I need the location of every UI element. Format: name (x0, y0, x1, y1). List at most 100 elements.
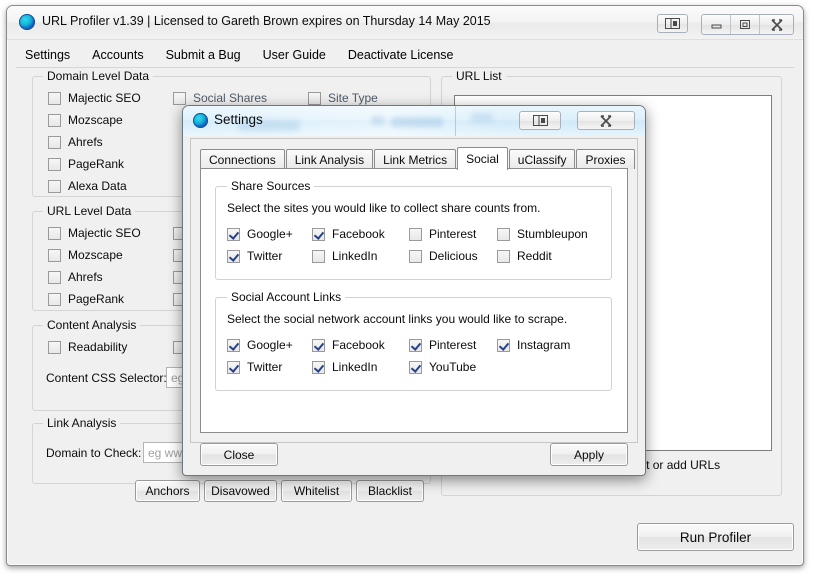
group-social-account-links: Social Account Links Select the social n… (215, 290, 612, 391)
checkbox-label: Ahrefs (68, 135, 103, 149)
checkbox-box (497, 338, 510, 352)
checkbox-box (497, 227, 510, 241)
checkbox-domain-mozscape[interactable]: Mozscape (48, 113, 123, 127)
close-button[interactable]: Close (200, 443, 278, 466)
group-title-domain-level-data: Domain Level Data (43, 69, 154, 83)
social-account-links-description: Select the social network account links … (227, 312, 568, 326)
glass-edge-artifact (455, 106, 456, 136)
checkbox-account-instagram[interactable]: Instagram (497, 338, 570, 352)
checkbox-label: Instagram (517, 338, 571, 352)
checkbox-label: Mozscape (68, 248, 123, 262)
whitelist-button[interactable]: Whitelist (281, 480, 352, 502)
glass-blur-artifact (471, 113, 493, 122)
settings-dialog-title: Settings (214, 112, 263, 127)
menu-item-settings[interactable]: Settings (16, 46, 79, 64)
checkbox-share-google-plus[interactable]: Google+ (227, 227, 293, 241)
close-button[interactable] (760, 15, 793, 34)
checkbox-box (497, 249, 510, 263)
checkbox-box (48, 135, 61, 149)
anchors-button[interactable]: Anchors (135, 480, 200, 502)
apply-button[interactable]: Apply (550, 443, 628, 466)
checkbox-url-pagerank[interactable]: PageRank (48, 292, 124, 306)
checkbox-label: LinkedIn (332, 249, 378, 263)
dialog-close-button[interactable] (577, 111, 635, 130)
checkbox-box (48, 270, 61, 284)
tab-uclassify[interactable]: uClassify (508, 149, 576, 169)
checkbox-domain-ahrefs[interactable]: Ahrefs (48, 135, 103, 149)
checkbox-label: Readability (68, 340, 128, 354)
minimize-button[interactable] (702, 15, 731, 34)
checkbox-readability[interactable]: Readability (48, 340, 127, 354)
tab-social[interactable]: Social (457, 147, 508, 170)
settings-dialog-body: Connections Link Analysis Link Metrics S… (190, 138, 638, 443)
dialog-help-toggle-icon[interactable] (519, 111, 561, 130)
checkbox-domain-social-shares[interactable]: Social Shares (173, 91, 267, 105)
checkbox-box (48, 248, 61, 262)
checkbox-account-facebook[interactable]: Facebook (312, 338, 385, 352)
checkbox-account-linkedin[interactable]: LinkedIn (312, 360, 377, 374)
checkbox-box (48, 179, 61, 193)
content-css-selector-label: Content CSS Selector: (46, 371, 167, 385)
checkbox-box (312, 360, 325, 374)
group-title-url-level-data: URL Level Data (43, 204, 136, 218)
tab-proxies[interactable]: Proxies (576, 149, 635, 169)
menu-item-accounts[interactable]: Accounts (83, 46, 152, 64)
checkbox-url-mozscape[interactable]: Mozscape (48, 248, 123, 262)
tab-link-analysis[interactable]: Link Analysis (285, 149, 374, 169)
checkbox-url-majectic-seo[interactable]: Majectic SEO (48, 226, 141, 240)
menu-item-submit-a-bug[interactable]: Submit a Bug (157, 46, 250, 64)
checkbox-label: Site Type (328, 91, 378, 105)
checkbox-box (48, 340, 61, 354)
maximize-button[interactable] (731, 15, 760, 34)
checkbox-share-twitter[interactable]: Twitter (227, 249, 282, 263)
checkbox-domain-alexa-data[interactable]: Alexa Data (48, 179, 127, 193)
checkbox-share-facebook[interactable]: Facebook (312, 227, 385, 241)
checkbox-account-google-plus[interactable]: Google+ (227, 338, 293, 352)
maximize-icon (740, 20, 750, 29)
checkbox-domain-majectic-seo[interactable]: Majectic SEO (48, 91, 141, 105)
help-toggle-icon[interactable] (657, 14, 688, 33)
menu-item-deactivate-license[interactable]: Deactivate License (339, 46, 463, 64)
group-share-sources: Share Sources Select the sites you would… (215, 179, 612, 280)
tab-link-metrics[interactable]: Link Metrics (374, 149, 457, 169)
settings-dialog-titlebar: Settings (183, 106, 645, 136)
checkbox-box (48, 157, 61, 171)
minimize-icon (711, 24, 721, 29)
glass-blur-artifact (371, 116, 385, 125)
main-window: URL Profiler v1.39 | Licensed to Gareth … (6, 5, 804, 566)
checkbox-label: Google+ (247, 227, 293, 241)
settings-tabstrip: Connections Link Analysis Link Metrics S… (200, 147, 636, 170)
blacklist-button[interactable]: Blacklist (356, 480, 424, 502)
settings-dialog-footer: Close Apply (190, 443, 638, 469)
checkbox-box (227, 249, 240, 263)
checkbox-share-reddit[interactable]: Reddit (497, 249, 552, 263)
checkbox-account-pinterest[interactable]: Pinterest (409, 338, 476, 352)
domain-to-check-label: Domain to Check: (46, 446, 142, 460)
checkbox-label: Mozscape (68, 113, 123, 127)
checkbox-account-youtube[interactable]: YouTube (409, 360, 476, 374)
group-title-url-list: URL List (452, 69, 506, 83)
menu-item-user-guide[interactable]: User Guide (254, 46, 335, 64)
checkbox-share-stumbleupon[interactable]: Stumbleupon (497, 227, 588, 241)
checkbox-label: Google+ (247, 338, 293, 352)
checkbox-label: Pinterest (429, 227, 477, 241)
checkbox-box (308, 91, 321, 105)
checkbox-share-pinterest[interactable]: Pinterest (409, 227, 476, 241)
help-toggle-glyph (665, 18, 680, 29)
checkbox-label: Twitter (247, 249, 283, 263)
checkbox-domain-site-type[interactable]: Site Type (308, 91, 378, 105)
checkbox-share-delicious[interactable]: Delicious (409, 249, 478, 263)
checkbox-account-twitter[interactable]: Twitter (227, 360, 282, 374)
checkbox-label: Social Shares (193, 91, 268, 105)
disavowed-button[interactable]: Disavowed (204, 480, 277, 502)
run-profiler-button[interactable]: Run Profiler (637, 523, 794, 551)
checkbox-label: Facebook (332, 338, 385, 352)
social-tab-panel: Share Sources Select the sites you would… (200, 168, 628, 433)
url-profiler-orb-icon (19, 14, 35, 30)
checkbox-label: Majectic SEO (68, 226, 141, 240)
tab-connections[interactable]: Connections (200, 149, 285, 169)
checkbox-share-linkedin[interactable]: LinkedIn (312, 249, 377, 263)
checkbox-label: PageRank (68, 292, 125, 306)
checkbox-url-ahrefs[interactable]: Ahrefs (48, 270, 103, 284)
checkbox-domain-pagerank[interactable]: PageRank (48, 157, 124, 171)
